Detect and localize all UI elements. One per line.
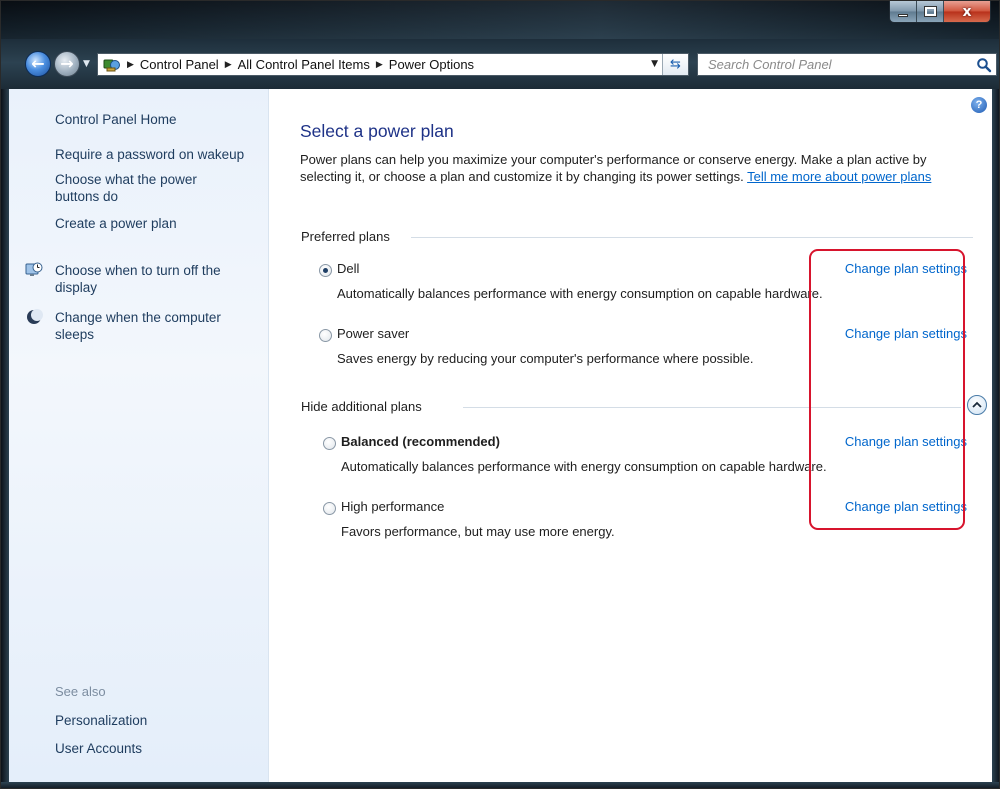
sidebar-user-accounts[interactable]: User Accounts	[55, 740, 265, 757]
plan-radio-high-performance[interactable]	[323, 502, 336, 515]
additional-plans-divider	[463, 407, 961, 408]
refresh-button[interactable]: ⇆	[662, 54, 688, 75]
sleep-moon-icon	[25, 308, 43, 326]
plan-description-dell: Automatically balances performance with …	[337, 286, 823, 301]
intro-text: Power plans can help you maximize your c…	[300, 151, 980, 185]
close-icon: x	[962, 3, 972, 20]
address-bar[interactable]: ▶ Control Panel ▶ All Control Panel Item…	[97, 53, 689, 76]
window-right-border	[992, 89, 999, 782]
minimize-button[interactable]	[890, 1, 917, 22]
collapse-additional-plans-button[interactable]	[967, 395, 987, 415]
address-dropdown-icon[interactable]: ▼	[651, 59, 658, 69]
window-bottom-border	[1, 782, 999, 788]
plan-description-power-saver: Saves energy by reducing your computer's…	[337, 351, 754, 366]
close-button[interactable]: x	[944, 1, 990, 22]
plan-radio-dell[interactable]	[319, 264, 332, 277]
sidebar-control-panel-home[interactable]: Control Panel Home	[55, 111, 265, 128]
sidebar-create-plan[interactable]: Create a power plan	[55, 215, 265, 232]
back-button[interactable]: ←	[25, 51, 51, 77]
plan-description-balanced: Automatically balances performance with …	[341, 459, 827, 474]
plan-name-balanced[interactable]: Balanced (recommended)	[341, 434, 500, 449]
control-panel-icon	[103, 57, 121, 73]
plan-name-high-performance[interactable]: High performance	[341, 499, 444, 514]
content-area: Control Panel Home Require a password on…	[9, 89, 992, 782]
window-left-border	[1, 89, 9, 782]
main-pane: ? Select a power plan Power plans can he…	[299, 89, 989, 782]
chevron-up-icon	[972, 401, 982, 408]
plan-name-dell[interactable]: Dell	[337, 261, 359, 276]
plan-radio-power-saver[interactable]	[319, 329, 332, 342]
plan-description-high-performance: Favors performance, but may use more ene…	[341, 524, 615, 539]
recent-pages-dropdown[interactable]: ▼	[83, 59, 93, 69]
task-pane: Control Panel Home Require a password on…	[9, 89, 269, 782]
search-input[interactable]	[698, 54, 958, 75]
change-settings-highlight-box	[809, 249, 965, 530]
navigation-bar: ← → ▼ ▶ Control Panel ▶ All Control Pane…	[1, 49, 999, 79]
search-icon[interactable]	[976, 57, 992, 73]
sidebar-power-buttons[interactable]: Choose what the power buttons do	[55, 171, 225, 205]
power-options-window: x ← → ▼ ▶ Control Panel ▶ All Control Pa…	[0, 0, 1000, 789]
search-box	[697, 53, 997, 76]
breadcrumb-power-options[interactable]: Power Options	[389, 57, 474, 72]
display-timer-icon	[25, 261, 43, 279]
sidebar-computer-sleeps[interactable]: Change when the computer sleeps	[55, 309, 255, 343]
preferred-plans-header: Preferred plans	[301, 229, 390, 244]
sidebar-require-password[interactable]: Require a password on wakeup	[55, 146, 265, 163]
maximize-icon	[923, 6, 937, 17]
help-icon[interactable]: ?	[971, 97, 987, 113]
change-plan-settings-power-saver[interactable]: Change plan settings	[845, 326, 967, 341]
forward-button[interactable]: →	[54, 51, 80, 77]
additional-plans-header[interactable]: Hide additional plans	[301, 399, 422, 414]
change-plan-settings-balanced[interactable]: Change plan settings	[845, 434, 967, 449]
plan-name-power-saver[interactable]: Power saver	[337, 326, 409, 341]
breadcrumb-arrow-icon[interactable]: ▶	[225, 60, 232, 70]
plan-radio-balanced[interactable]	[323, 437, 336, 450]
back-arrow-icon: ←	[31, 54, 45, 73]
preferred-plans-divider	[411, 237, 973, 238]
maximize-button[interactable]	[917, 1, 944, 22]
change-plan-settings-high-performance[interactable]: Change plan settings	[845, 499, 967, 514]
page-title: Select a power plan	[300, 121, 454, 141]
sidebar-personalization[interactable]: Personalization	[55, 712, 265, 729]
see-also-label: See also	[55, 684, 106, 699]
forward-arrow-icon: →	[60, 54, 74, 73]
breadcrumb-arrow-icon[interactable]: ▶	[376, 60, 383, 70]
tell-me-more-link[interactable]: Tell me more about power plans	[747, 169, 931, 184]
window-controls: x	[889, 1, 991, 23]
minimize-icon	[898, 13, 908, 17]
change-plan-settings-dell[interactable]: Change plan settings	[845, 261, 967, 276]
breadcrumb-all-items[interactable]: All Control Panel Items	[238, 57, 370, 72]
breadcrumb-control-panel[interactable]: Control Panel	[140, 57, 219, 72]
sidebar-turn-off-display[interactable]: Choose when to turn off the display	[55, 262, 255, 296]
breadcrumb-arrow-icon[interactable]: ▶	[127, 60, 134, 70]
